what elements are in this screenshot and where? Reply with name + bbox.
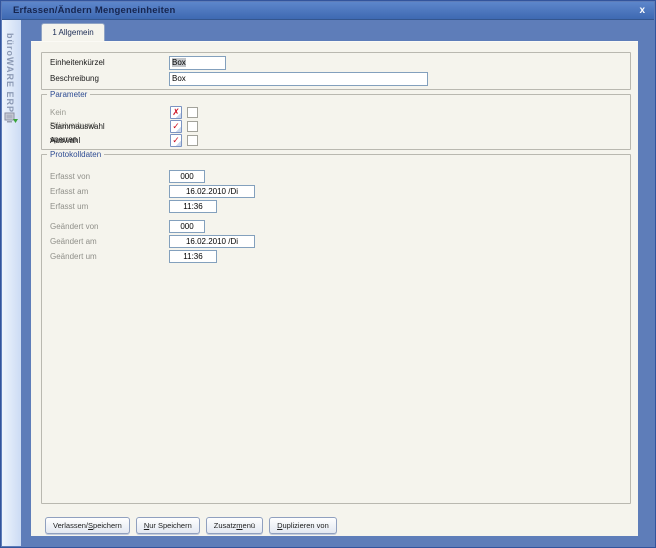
stammauswahl-sperren-checkbox[interactable] (187, 121, 198, 132)
red-check-icon[interactable]: ✓ (170, 120, 182, 133)
workstation-icon[interactable] (4, 111, 19, 126)
tab-allgemein[interactable]: 1 Allgemein (41, 23, 105, 41)
red-check-icon[interactable]: ✓ (170, 134, 182, 147)
general-groupbox: Einheitenkürzel Box Beschreibung Box (41, 52, 631, 90)
parameter-legend: Parameter (47, 90, 90, 99)
button-label-part: Verlassen/ (53, 521, 88, 530)
content-panel: Einheitenkürzel Box Beschreibung Box Par… (31, 41, 638, 536)
brand-vertical-text: büroWARE ERP (5, 33, 15, 113)
nur-speichern-button[interactable]: Nur Speichern (136, 517, 200, 534)
button-label-part: uplizieren von (282, 521, 328, 530)
button-bar: Verlassen/Speichern Nur Speichern Zusatz… (45, 517, 337, 534)
erfasst-von-input[interactable]: 000 (169, 170, 205, 183)
protokolldaten-groupbox: Protokolldaten Erfasst von 000 Erfasst a… (41, 154, 631, 504)
erfasst-von-label: Erfasst von (50, 170, 90, 183)
geaendert-um-input[interactable]: 11:36 (169, 250, 217, 263)
sidebar: büroWARE ERP (2, 20, 21, 546)
erfasst-um-label: Erfasst um (50, 200, 88, 213)
verlassen-speichern-button[interactable]: Verlassen/Speichern (45, 517, 130, 534)
geaendert-um-label: Geändert um (50, 250, 97, 263)
button-label-part: peichern (93, 521, 122, 530)
einheitenkuerzel-value: Box (172, 58, 186, 67)
parameter-groupbox: Parameter Kein Filialverbund ✗ Stammausw… (41, 94, 631, 150)
erfasst-um-input[interactable]: 11:36 (169, 200, 217, 213)
erfasst-am-label: Erfasst am (50, 185, 88, 198)
button-label-part: Zusatz (214, 521, 237, 530)
kein-filialverbund-checkbox[interactable] (187, 107, 198, 118)
red-x-icon[interactable]: ✗ (170, 106, 182, 119)
geaendert-von-label: Geändert von (50, 220, 98, 233)
auswahl-sperren-checkbox[interactable] (187, 135, 198, 146)
close-icon[interactable]: x (639, 2, 645, 20)
zusatzmenue-button[interactable]: Zusatzmenü (206, 517, 263, 534)
beschreibung-input[interactable]: Box (169, 72, 428, 86)
beschreibung-value: Box (172, 74, 186, 83)
erfasst-am-input[interactable]: 16.02.2010 /Di (169, 185, 255, 198)
protokolldaten-legend: Protokolldaten (47, 150, 104, 159)
window-title: Erfassen/Ändern Mengeneinheiten (13, 2, 175, 20)
duplizieren-von-button[interactable]: Duplizieren von (269, 517, 337, 534)
titlebar[interactable]: Erfassen/Ändern Mengeneinheiten x (2, 2, 654, 20)
erp-dialog-window: Erfassen/Ändern Mengeneinheiten x büroWA… (0, 0, 656, 548)
beschreibung-label: Beschreibung (50, 72, 99, 86)
button-label-part: ur Speichern (149, 521, 192, 530)
einheitenkuerzel-label: Einheitenkürzel (50, 56, 105, 70)
einheitenkuerzel-input[interactable]: Box (169, 56, 226, 70)
geaendert-von-input[interactable]: 000 (169, 220, 205, 233)
geaendert-am-label: Geändert am (50, 235, 97, 248)
button-label-part: enü (243, 521, 256, 530)
geaendert-am-input[interactable]: 16.02.2010 /Di (169, 235, 255, 248)
